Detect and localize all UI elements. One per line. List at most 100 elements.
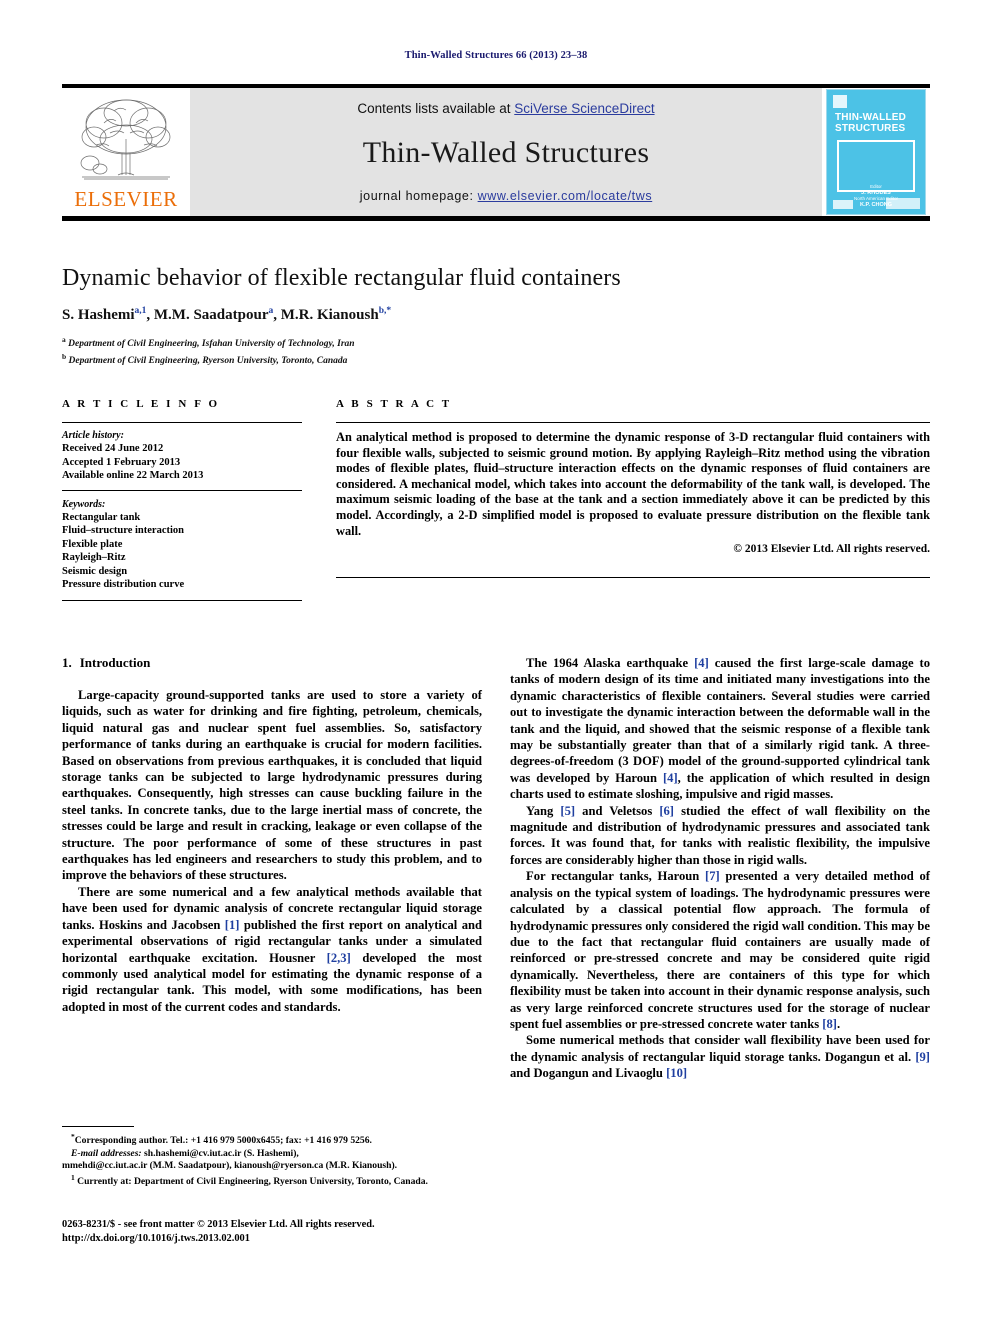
article-info-divider bbox=[62, 489, 302, 491]
paragraph-right-1: The 1964 Alaska earthquake [4] caused th… bbox=[510, 655, 930, 803]
p-r4-b: and Dogangun and Livaoglu bbox=[510, 1066, 667, 1081]
affiliation-0-text: Department of Civil Engineering, Isfahan… bbox=[68, 339, 355, 350]
author-2-name: M.R. Kianoush bbox=[280, 307, 379, 323]
abstract-copyright: © 2013 Elsevier Ltd. All rights reserved… bbox=[733, 543, 930, 556]
affiliation-0-mark: a bbox=[62, 335, 66, 344]
article-info-rule bbox=[62, 422, 302, 423]
affiliation-1-mark: b bbox=[62, 351, 67, 361]
contents-available-line: Contents lists available at SciVerse Sci… bbox=[357, 101, 654, 116]
affiliation-1-text: Department of Civil Engineering, Ryerson… bbox=[68, 355, 348, 366]
journal-homepage-line: journal homepage: www.elsevier.com/locat… bbox=[360, 189, 652, 203]
author-list: S. Hashemia,1, M.M. Saadatpoura, M.R. Ki… bbox=[62, 306, 392, 323]
info-abstract-band: A R T I C L E I N F O Article history: R… bbox=[62, 398, 930, 601]
section-title-text: Introduction bbox=[79, 655, 151, 670]
p-r3-c: . bbox=[836, 1016, 841, 1031]
author-0: S. Hashemia,1 bbox=[62, 306, 147, 323]
keyword-2: Flexible plate bbox=[62, 538, 123, 550]
cover-footer-right-mark bbox=[886, 198, 920, 209]
sciencedirect-link[interactable]: SciVerse ScienceDirect bbox=[514, 101, 654, 116]
article-info-bottom-rule bbox=[62, 599, 302, 601]
imprint-block: 0263-8231/$ - see front matter © 2013 El… bbox=[62, 1218, 522, 1246]
affiliation-1: b Department of Civil Engineering, Ryers… bbox=[62, 351, 930, 368]
keyword-1: Fluid–structure interaction bbox=[62, 525, 185, 536]
article-history-label: Article history: bbox=[62, 430, 124, 441]
citation-4a[interactable]: [4] bbox=[694, 656, 709, 670]
p-r1-b: caused the first large-scale damage to t… bbox=[510, 656, 931, 785]
cover-publisher-badge-icon bbox=[833, 95, 847, 108]
running-head: Thin-Walled Structures 66 (2013) 23–38 bbox=[404, 50, 588, 61]
footnote-rule bbox=[62, 1126, 134, 1127]
author-1-marks: a bbox=[268, 306, 274, 316]
citation-8[interactable]: [8] bbox=[822, 1017, 837, 1031]
footnote-email-1[interactable]: sh.hashemi@cv.iut.ac.ir (S. Hashemi), bbox=[142, 1148, 299, 1159]
elsevier-tree-icon bbox=[80, 99, 171, 180]
citation-1[interactable]: [1] bbox=[225, 918, 240, 932]
abstract-column: A B S T R A C T An analytical method is … bbox=[336, 398, 930, 601]
title-block: Dynamic behavior of flexible rectangular… bbox=[62, 265, 930, 367]
p-r3-b: presented a very detailed method of anal… bbox=[510, 869, 930, 1031]
affiliation-list: a Department of Civil Engineering, Isfah… bbox=[62, 334, 930, 367]
author-2: M.R. Kianoushb,* bbox=[280, 306, 392, 323]
paper-page: Thin-Walled Structures 66 (2013) 23–38 E… bbox=[0, 0, 992, 1323]
imprint-doi[interactable]: http://dx.doi.org/10.1016/j.tws.2013.02.… bbox=[62, 1232, 522, 1246]
p-r3-a: For rectangular tanks, Haroun bbox=[526, 869, 705, 884]
p-r4-a: Some numerical methods that consider wal… bbox=[510, 1033, 930, 1064]
imprint-front-matter: 0263-8231/$ - see front matter © 2013 El… bbox=[62, 1219, 375, 1230]
cover-title: THIN-WALLED STRUCTURES bbox=[835, 112, 906, 134]
citation-6[interactable]: [6] bbox=[659, 804, 674, 818]
column-gap bbox=[302, 398, 336, 601]
abstract-bottom-rule bbox=[336, 577, 930, 579]
paragraph-left-1: Large-capacity ground-supported tanks ar… bbox=[62, 688, 482, 883]
footnote-corresponding-author: *Corresponding author. Tel.: +1 416 979 … bbox=[62, 1131, 482, 1148]
footnote-current-address-text: Currently at: Department of Civil Engine… bbox=[74, 1176, 428, 1188]
section-number: 1. bbox=[62, 655, 72, 670]
article-history-received: Received 24 June 2012 bbox=[62, 443, 164, 454]
footnote-current-address: 1 Currently at: Department of Civil Engi… bbox=[62, 1172, 482, 1189]
elsevier-wordmark: ELSEVIER bbox=[74, 187, 178, 211]
cover-image: THIN-WALLED STRUCTURES Editor J. RHODES … bbox=[826, 89, 926, 215]
body-column-left: 1. Introduction Large-capacity ground-sup… bbox=[62, 655, 482, 1082]
author-1-name: M.M. Saadatpour bbox=[153, 307, 269, 323]
p-r2-a: Yang bbox=[526, 803, 561, 818]
keyword-4: Seismic design bbox=[62, 565, 128, 577]
author-1: M.M. Saadatpoura bbox=[153, 306, 274, 323]
footnote-emails-cont[interactable]: mmehdi@cc.iut.ac.ir (M.M. Saadatpour), k… bbox=[62, 1160, 482, 1172]
citation-2-3[interactable]: [2,3] bbox=[327, 951, 351, 965]
citation-9[interactable]: [9] bbox=[915, 1050, 930, 1064]
p-r1-a: The 1964 Alaska earthquake bbox=[526, 656, 695, 670]
page-title: Dynamic behavior of flexible rectangular… bbox=[62, 265, 621, 291]
paragraph-right-4: Some numerical methods that consider wal… bbox=[510, 1032, 930, 1081]
citation-7[interactable]: [7] bbox=[705, 869, 720, 883]
citation-5[interactable]: [5] bbox=[560, 804, 575, 818]
author-0-marks: a,1 bbox=[134, 306, 147, 316]
keyword-0: Rectangular tank bbox=[62, 511, 141, 523]
citation-4b[interactable]: [4] bbox=[663, 771, 678, 785]
cover-title-line1: THIN-WALLED bbox=[835, 112, 907, 123]
body-column-gap bbox=[482, 655, 510, 1082]
homepage-prefix: journal homepage: bbox=[359, 189, 478, 203]
citation-10[interactable]: [10] bbox=[666, 1066, 687, 1080]
footnote-block: *Corresponding author. Tel.: +1 416 979 … bbox=[62, 1126, 482, 1189]
footnote-email-label: E-mail addresses: bbox=[71, 1147, 142, 1159]
masthead-bottom-rule bbox=[62, 216, 930, 221]
masthead-center: Contents lists available at SciVerse Sci… bbox=[190, 88, 822, 216]
article-history-online: Available online 22 March 2013 bbox=[62, 470, 204, 481]
p-r2-b: and Veletsos bbox=[575, 803, 660, 818]
article-history-accepted: Accepted 1 February 2013 bbox=[62, 456, 181, 468]
paragraph-right-3: For rectangular tanks, Haroun [7] presen… bbox=[510, 868, 930, 1032]
elsevier-logo: ELSEVIER bbox=[62, 88, 190, 216]
journal-cover-thumbnail: THIN-WALLED STRUCTURES Editor J. RHODES … bbox=[822, 88, 930, 216]
article-info-heading: A R T I C L E I N F O bbox=[62, 398, 220, 410]
affiliation-0: a Department of Civil Engineering, Isfah… bbox=[62, 334, 930, 351]
keyword-5: Pressure distribution curve bbox=[62, 579, 185, 590]
author-2-marks: b,* bbox=[378, 306, 392, 316]
keyword-3: Rayleigh–Ritz bbox=[62, 552, 126, 563]
body-columns: 1. Introduction Large-capacity ground-sup… bbox=[62, 655, 930, 1082]
journal-masthead: ELSEVIER Contents lists available at Sci… bbox=[62, 84, 930, 221]
journal-title: Thin-Walled Structures bbox=[362, 135, 650, 169]
article-info-column: A R T I C L E I N F O Article history: R… bbox=[62, 398, 302, 601]
footnote-corresponding-text: Corresponding author. Tel.: +1 416 979 5… bbox=[74, 1135, 372, 1147]
contents-prefix: Contents lists available at bbox=[357, 101, 515, 116]
journal-homepage-link[interactable]: www.elsevier.com/locate/tws bbox=[478, 189, 653, 203]
body-column-right: The 1964 Alaska earthquake [4] caused th… bbox=[510, 655, 930, 1082]
